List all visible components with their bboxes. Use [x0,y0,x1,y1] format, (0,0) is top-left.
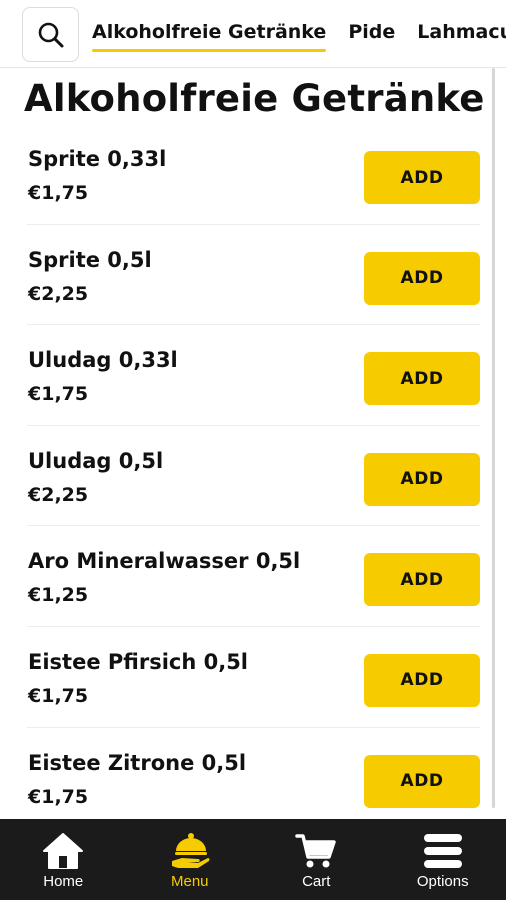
item-name: Aro Mineralwasser 0,5l [28,549,301,574]
add-button[interactable]: ADD [364,754,480,808]
menu-item: Sprite 0,5l €2,25 ADD [0,225,506,326]
nav-menu[interactable]: Menu [127,819,254,900]
menu-item: Sprite 0,33l €1,75 ADD [0,124,506,225]
item-price: €1,75 [28,383,89,406]
item-price: €2,25 [28,483,89,506]
nav-menu-label: Menu [170,873,209,890]
nav-cart-label: Cart [302,873,331,890]
menu-item: Uludag 0,33l €1,75 ADD [0,325,506,426]
add-button[interactable]: ADD [364,151,480,204]
add-button[interactable]: ADD [364,553,480,607]
scrollbar[interactable] [492,68,495,808]
item-price: €2,25 [28,282,89,305]
category-tabs: Alkoholfreie Getränke Pide Lahmacun [92,0,506,67]
cart-icon [295,834,336,868]
item-name: Eistee Pfirsich 0,5l [28,649,248,674]
menu-item: Aro Mineralwasser 0,5l €1,25 ADD [0,526,506,627]
section-title: Alkoholfreie Getränke [24,77,485,120]
menu-item: Uludag 0,5l €2,25 ADD [0,426,506,527]
home-icon [43,833,84,869]
nav-options[interactable]: Options [380,819,506,900]
search-button[interactable] [22,7,79,62]
add-button[interactable]: ADD [364,452,480,506]
tab-alkoholfreie-getraenke[interactable]: Alkoholfreie Getränke [92,0,327,56]
add-button[interactable]: ADD [364,251,480,305]
item-price: €1,75 [28,182,89,204]
tab-pide[interactable]: Pide [348,0,395,56]
tab-lahmacun[interactable]: Lahmacun [417,0,506,56]
item-name: Eistee Zitrone 0,5l [28,750,247,775]
search-icon [38,22,63,47]
add-button[interactable]: ADD [364,653,480,707]
item-name: Sprite 0,33l [28,147,167,171]
item-name: Uludag 0,33l [28,348,178,373]
hamburger-menu-icon [423,834,462,868]
bottom-nav: Home Menu Cart Options [0,819,506,900]
item-name: Uludag 0,5l [28,448,164,473]
nav-cart[interactable]: Cart [253,819,380,900]
add-button[interactable]: ADD [364,352,480,406]
nav-home[interactable]: Home [0,819,127,900]
serving-cloche-icon [171,833,210,868]
menu-item-list: Sprite 0,33l €1,75 ADD Sprite 0,5l €2,25… [0,124,506,828]
menu-item: Eistee Pfirsich 0,5l €1,75 ADD [0,627,506,728]
category-bar: Alkoholfreie Getränke Pide Lahmacun [0,0,506,68]
menu-item: Eistee Zitrone 0,5l €1,75 ADD [0,728,506,829]
item-name: Sprite 0,5l [28,247,152,272]
item-price: €1,75 [28,785,89,808]
item-price: €1,75 [28,684,89,707]
nav-home-label: Home [43,873,84,890]
item-price: €1,25 [28,584,89,607]
nav-options-label: Options [416,873,469,890]
